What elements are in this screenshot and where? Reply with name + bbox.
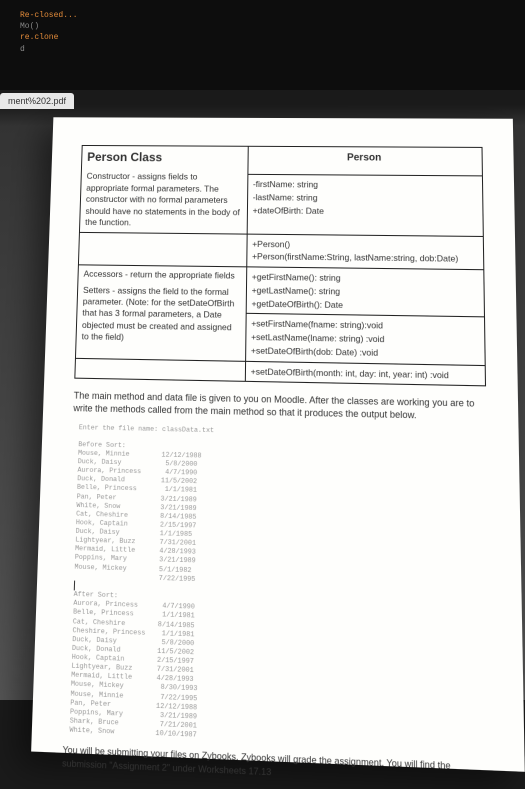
field-row: +dateOfBirth: Date bbox=[252, 204, 477, 219]
page-title: Person Class bbox=[87, 149, 242, 166]
document-page: Person Class Constructor - assigns field… bbox=[31, 117, 525, 772]
terminal-prompt: Enter the file name: classData.txt bbox=[79, 423, 214, 433]
terminal-output: Enter the file name: classData.txt Befor… bbox=[69, 423, 491, 752]
submission-instructions: You will be submitting your files on Zyb… bbox=[62, 744, 492, 788]
setter-row: +setDateOfBirth(month: int, day: int, ye… bbox=[251, 365, 480, 383]
uml-class-table: Person Class Constructor - assigns field… bbox=[74, 145, 486, 387]
tab-label: ment%202.pdf bbox=[8, 96, 66, 106]
code-line: Re-closed... bbox=[20, 10, 505, 21]
setters-description: Setters - assigns the field to the forma… bbox=[81, 284, 240, 346]
constructor-description: Constructor - assigns fields to appropri… bbox=[85, 171, 242, 230]
sort-label: Before Sort: bbox=[78, 441, 126, 450]
code-line: d bbox=[20, 44, 505, 55]
pdf-tab[interactable]: ment%202.pdf bbox=[0, 93, 74, 109]
class-name-header: Person bbox=[247, 146, 482, 176]
code-line: Mo() bbox=[20, 21, 505, 32]
after-sort-rows: Aurora, Princess 4/7/1990 Belle, Princes… bbox=[69, 599, 197, 738]
setter-row: +setDateOfBirth(dob: Date) :void bbox=[251, 344, 480, 361]
code-line: re.clone bbox=[20, 32, 505, 43]
sort-label: After Sort: bbox=[74, 591, 119, 600]
before-sort-rows: Mouse, Minnie 12/12/1988 Duck, Daisy 5/8… bbox=[74, 449, 201, 583]
constructor-row: +Person(firstName:String, lastName:strin… bbox=[252, 250, 478, 266]
text-cursor bbox=[74, 580, 75, 590]
accessors-description: Accessors - return the appropriate field… bbox=[83, 268, 240, 282]
ide-code-background: Re-closed... Mo() re.clone d bbox=[0, 0, 525, 90]
instructions-paragraph: The main method and data file is given t… bbox=[73, 389, 486, 423]
getter-row: +getDateOfBirth(): Date bbox=[251, 297, 478, 314]
